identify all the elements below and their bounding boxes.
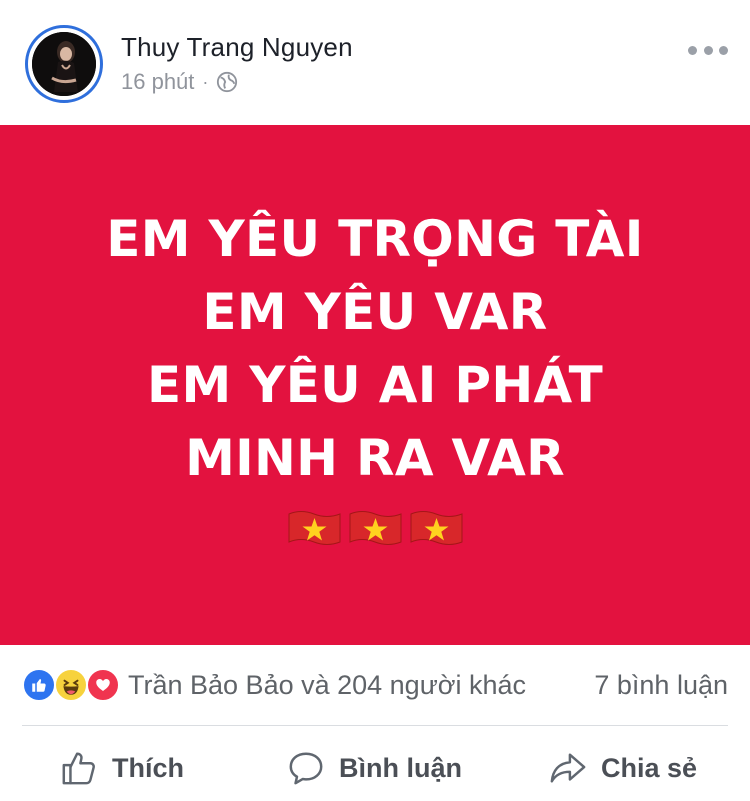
status-line: EM YÊU VAR [202,283,548,341]
post-header: Thuy Trang Nguyen 16 phút · [0,0,750,125]
more-horizontal-icon[interactable] [688,38,728,62]
vietnam-flag-icon [349,511,402,545]
flag-emoji-row [287,508,465,548]
love-reaction-icon [86,668,120,702]
share-label: Chia sẻ [601,752,698,783]
like-reaction-icon [22,668,56,702]
status-line: MINH RA VAR [185,429,565,487]
reaction-icons[interactable] [22,668,122,704]
avatar[interactable] [25,25,103,103]
vietnam-flag-icon [288,511,341,545]
like-button[interactable]: Thích [60,740,184,796]
facebook-post: Thuy Trang Nguyen 16 phút · EM YÊU TRỌNG… [0,0,750,801]
action-bar: Thích Bình luận Chia sẻ [0,740,750,796]
vietnam-flag-icon [410,511,463,545]
avatar-photo [32,32,96,96]
reactions-summary[interactable]: Trần Bảo Bảo và 204 người khác [128,670,526,701]
comment-button[interactable]: Bình luận [287,740,462,796]
post-time[interactable]: 16 phút [121,69,194,95]
thumbs-up-icon [62,752,95,785]
reactions-bar: Trần Bảo Bảo và 204 người khác 7 bình lu… [22,664,728,708]
meta-separator: · [202,71,209,92]
post-meta: 16 phút · [121,69,238,95]
haha-reaction-icon [54,668,88,702]
status-line: EM YÊU TRỌNG TÀI [106,210,644,268]
status-line: EM YÊU AI PHÁT [146,356,603,414]
like-label: Thích [112,752,184,783]
status-text: EM YÊU TRỌNG TÀI EM YÊU VAR EM YÊU AI PH… [0,203,750,495]
comments-count[interactable]: 7 bình luận [594,670,728,701]
author-name[interactable]: Thuy Trang Nguyen [121,32,353,63]
comment-icon [289,752,323,785]
globe-icon [216,71,238,93]
share-button[interactable]: Chia sẻ [549,740,697,796]
comment-label: Bình luận [339,752,462,783]
divider [22,725,728,726]
share-icon [550,753,586,783]
status-card: EM YÊU TRỌNG TÀI EM YÊU VAR EM YÊU AI PH… [0,125,750,645]
